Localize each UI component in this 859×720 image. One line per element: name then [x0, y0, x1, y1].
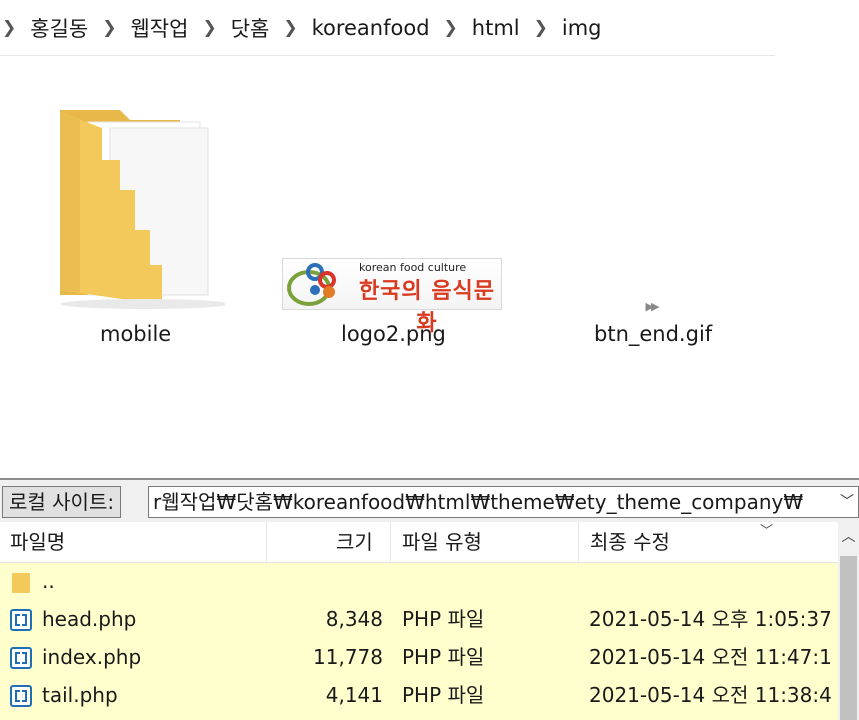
file-list-header: 파일명 크기 파일 유형 최종 수정 ﹀	[0, 522, 838, 563]
breadcrumb-label[interactable]: 홍길동	[30, 13, 88, 43]
file-list-rows: .. head.php 8,348 PHP 파일 2021-05-14 오후 1…	[0, 563, 838, 720]
logo-emblem-icon	[287, 263, 336, 306]
local-site-button[interactable]: 로컬 사이트:	[2, 486, 122, 518]
column-header-name[interactable]: 파일명	[10, 522, 65, 562]
folder-icon	[12, 573, 30, 593]
chevron-right-icon[interactable]: ❯	[534, 18, 548, 38]
file-name-cell: ..	[42, 569, 55, 593]
scrollbar-thumb[interactable]	[840, 556, 857, 720]
table-row[interactable]: tail.php 4,141 PHP 파일 2021-05-14 오전 11:3…	[0, 677, 838, 714]
file-size-cell: 4,141	[325, 683, 383, 707]
file-list: 파일명 크기 파일 유형 최종 수정 ﹀ .. head.php 8,348 P…	[0, 522, 838, 720]
chevron-down-icon[interactable]: ﹀	[836, 487, 858, 517]
chevron-right-icon[interactable]: ❯	[102, 18, 116, 38]
chevron-up-icon[interactable]: ︿	[838, 522, 859, 552]
breadcrumb-label[interactable]: img	[562, 16, 602, 40]
file-name[interactable]: logo2.png	[341, 322, 446, 346]
file-modified-cell: 2021-05-14 오후 1:05:37	[589, 607, 832, 631]
file-type-cell: PHP 파일	[402, 645, 485, 669]
chevron-right-icon[interactable]: ❯	[283, 18, 297, 38]
vertical-scrollbar[interactable]: ︿	[838, 522, 859, 720]
file-item-btn-end[interactable]: ▶▶	[640, 295, 662, 313]
image-thumbnail: korean food culture 한국의 음식문화	[282, 258, 502, 336]
file-name-cell: tail.php	[42, 683, 118, 707]
column-header-size[interactable]: 크기	[336, 522, 373, 562]
breadcrumb-label[interactable]: 웹작업	[130, 13, 188, 43]
breadcrumb-item-koreanfood[interactable]: ❯ koreanfood	[269, 16, 429, 40]
local-site-panel: 로컬 사이트: r웹작업₩닷홈₩koreanfood₩html₩theme₩et…	[0, 478, 859, 720]
file-size-cell: 8,348	[325, 607, 383, 631]
local-site-bar: 로컬 사이트: r웹작업₩닷홈₩koreanfood₩html₩theme₩et…	[0, 478, 859, 522]
file-type-cell: PHP 파일	[402, 607, 485, 631]
file-name-cell: index.php	[42, 645, 142, 669]
table-row[interactable]: ..	[0, 563, 838, 600]
column-header-type[interactable]: 파일 유형	[402, 522, 482, 562]
file-size-cell: 11,778	[313, 645, 383, 669]
php-file-icon	[10, 647, 32, 669]
file-modified-cell: 2021-05-14 오전 11:38:4	[589, 683, 832, 707]
table-row[interactable]: head.php 8,348 PHP 파일 2021-05-14 오후 1:05…	[0, 601, 838, 638]
file-name[interactable]: btn_end.gif	[594, 322, 712, 346]
file-modified-cell: 2021-05-14 오전 11:47:1	[589, 645, 832, 669]
breadcrumb-label[interactable]: 닷홈	[231, 13, 270, 43]
breadcrumb-item-img[interactable]: ❯ img	[520, 16, 602, 40]
file-name[interactable]: mobile	[100, 322, 171, 346]
chevron-right-icon[interactable]: ❯	[202, 18, 216, 38]
breadcrumb-label[interactable]: html	[472, 16, 520, 40]
sort-indicator-icon: ﹀	[760, 524, 774, 539]
local-path-input[interactable]: r웹작업₩닷홈₩koreanfood₩html₩theme₩ety_theme_…	[148, 486, 859, 518]
column-divider[interactable]	[266, 522, 267, 562]
local-path-text: r웹작업₩닷홈₩koreanfood₩html₩theme₩ety_theme_…	[153, 490, 804, 514]
php-file-icon	[10, 609, 32, 631]
file-name-cell: head.php	[42, 607, 137, 631]
column-header-modified[interactable]: 최종 수정	[590, 522, 670, 562]
column-divider[interactable]	[390, 522, 391, 562]
chevron-right-icon[interactable]: ❯	[2, 18, 16, 38]
file-item-logo2[interactable]: korean food culture 한국의 음식문화	[282, 258, 502, 336]
php-file-icon	[10, 685, 32, 707]
column-divider[interactable]	[578, 522, 579, 562]
file-item-mobile[interactable]	[50, 100, 230, 315]
breadcrumb-item-dothome[interactable]: ❯ 닷홈	[188, 13, 269, 43]
breadcrumb-label[interactable]: koreanfood	[312, 16, 430, 40]
breadcrumb-item-webwork[interactable]: ❯ 웹작업	[88, 13, 188, 43]
breadcrumb-item-user[interactable]: ❯ 홍길동	[0, 13, 88, 43]
breadcrumb: ❯ 홍길동 ❯ 웹작업 ❯ 닷홈 ❯ koreanfood ❯ html ❯ i…	[0, 0, 775, 56]
gif-icon: ▶▶	[645, 300, 660, 313]
folder-icon	[60, 110, 230, 309]
table-row[interactable]: index.php 11,778 PHP 파일 2021-05-14 오전 11…	[0, 639, 838, 676]
file-type-cell: PHP 파일	[402, 683, 485, 707]
chevron-right-icon[interactable]: ❯	[444, 18, 458, 38]
breadcrumb-item-html[interactable]: ❯ html	[430, 16, 520, 40]
